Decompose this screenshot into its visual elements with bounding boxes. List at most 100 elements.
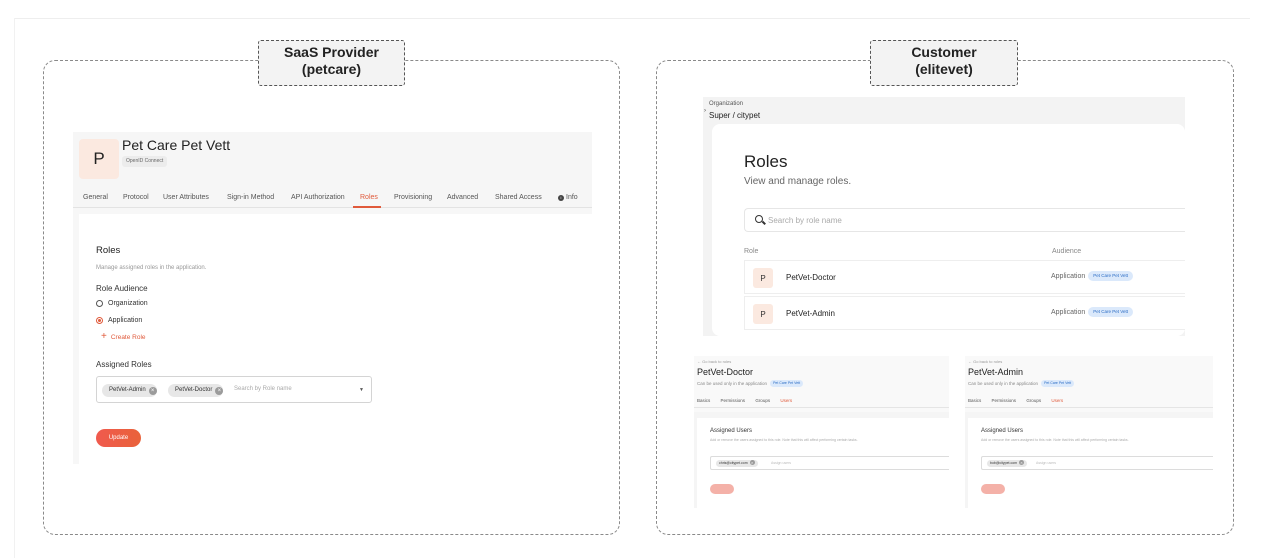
column-audience: Audience <box>1052 248 1082 255</box>
radio-organization-circle[interactable] <box>96 300 103 307</box>
assign-users-placeholder: Assign users <box>1036 461 1057 465</box>
customer-group-label: Customer (elitevet) <box>870 40 1018 86</box>
tabs-divider <box>694 407 949 408</box>
radio-organization[interactable]: Organization <box>96 300 148 307</box>
audience-app-chip: Pet Care Pet Vett <box>1088 271 1134 281</box>
app-title: Pet Care Pet Vett <box>122 137 231 153</box>
update-button-disabled[interactable] <box>710 484 734 494</box>
role-audience-type: Application <box>1051 308 1086 316</box>
role-search-input[interactable]: Search by role name <box>744 208 1185 232</box>
role-audience: Application Pet Care Pet Vett <box>1051 271 1134 281</box>
detail-title: PetVet-Admin <box>968 367 1024 377</box>
role-audience-label: Role Audience <box>96 284 148 293</box>
assigned-users-desc: Add or remove the users assigned to this… <box>981 438 1129 442</box>
back-link[interactable]: ← Go back to roles <box>697 359 731 364</box>
radio-application-circle[interactable] <box>96 317 103 324</box>
tab-users[interactable]: Users <box>1051 398 1063 403</box>
tab-shared-access[interactable]: Shared Access <box>495 194 542 201</box>
detail-subtitle: Can be used only in the application Pet … <box>968 380 1075 387</box>
role-tag-doctor-label: PetVet-Doctor <box>175 387 213 393</box>
role-avatar: P <box>753 268 773 288</box>
role-search-placeholder: Search by role name <box>768 216 842 225</box>
roles-section-subtitle: Manage assigned roles in the application… <box>96 265 207 271</box>
roles-area: Roles Manage assigned roles in the appli… <box>73 208 592 464</box>
role-audience: Application Pet Care Pet Vett <box>1051 307 1134 317</box>
update-button-disabled[interactable] <box>981 484 1005 494</box>
tab-roles[interactable]: Roles <box>360 194 378 201</box>
role-detail-doctor: ← Go back to roles PetVet-Doctor Can be … <box>694 356 949 508</box>
tab-basics[interactable]: Basics <box>697 398 710 403</box>
app-avatar: P <box>79 139 119 179</box>
tab-general[interactable]: General <box>83 194 108 201</box>
roles-search-placeholder: Search by Role name <box>234 386 292 392</box>
app-tabs: General Protocol User Attributes Sign-in… <box>73 192 592 208</box>
info-icon: i <box>558 195 564 201</box>
assigned-roles-select[interactable]: PetVet-Admin × PetVet-Doctor × Search by R… <box>96 376 372 403</box>
tab-info-label: Info <box>566 194 578 201</box>
detail-header: ← Go back to roles PetVet-Doctor Can be … <box>694 356 949 412</box>
app-header: P Pet Care Pet Vett OpenID Connect Gener… <box>73 132 592 208</box>
role-name: PetVet-Doctor <box>786 273 836 282</box>
user-tag: chris@citypet.com × <box>716 460 758 467</box>
tab-basics[interactable]: Basics <box>968 398 981 403</box>
assign-users-input[interactable]: bob@citypet.com × Assign users <box>981 456 1213 470</box>
radio-organization-label: Organization <box>108 300 148 307</box>
remove-tag-icon[interactable]: × <box>749 460 755 465</box>
org-breadcrumb[interactable]: Super / citypet <box>709 111 760 120</box>
top-divider <box>14 18 1250 19</box>
org-label: Organization <box>709 101 744 107</box>
remove-tag-icon[interactable]: × <box>1019 460 1025 465</box>
assigned-users-title: Assigned Users <box>710 428 753 434</box>
tab-groups[interactable]: Groups <box>1026 398 1041 403</box>
chevron-right-icon[interactable]: › <box>704 108 706 114</box>
tab-groups[interactable]: Groups <box>755 398 770 403</box>
role-detail-admin: ← Go back to roles PetVet-Admin Can be u… <box>965 356 1213 508</box>
radio-application[interactable]: Application <box>96 317 142 324</box>
update-button[interactable]: Update <box>96 429 141 447</box>
create-role-link[interactable]: + Create Role <box>101 331 146 342</box>
column-role: Role <box>744 248 759 255</box>
remove-tag-icon[interactable]: × <box>148 387 157 395</box>
audience-app-chip: Pet Care Pet Vett <box>770 380 804 387</box>
tab-users[interactable]: Users <box>780 398 792 403</box>
provider-group-label: SaaS Provider (petcare) <box>258 40 405 86</box>
detail-subtitle: Can be used only in the application Pet … <box>697 380 804 387</box>
provider-label-line1: SaaS Provider <box>284 44 379 60</box>
roles-list-card: Roles View and manage roles. Search by r… <box>712 124 1185 336</box>
tab-api-authorization[interactable]: API Authorization <box>291 194 345 201</box>
detail-tabs: Basics Permissions Groups Users <box>697 398 949 403</box>
assign-users-input[interactable]: chris@citypet.com × Assign users <box>710 456 949 470</box>
radio-application-label: Application <box>108 317 143 324</box>
tab-advanced[interactable]: Advanced <box>447 194 478 201</box>
assigned-roles-label: Assigned Roles <box>96 360 152 369</box>
role-audience-type: Application <box>1051 272 1086 280</box>
detail-header: ← Go back to roles PetVet-Admin Can be u… <box>965 356 1213 412</box>
tabs-divider <box>965 407 1213 408</box>
remove-tag-icon[interactable]: × <box>215 387 224 395</box>
assigned-users-title: Assigned Users <box>981 428 1024 434</box>
customer-roles-screenshot: › Organization Super / citypet Roles Vie… <box>703 97 1185 336</box>
tab-protocol[interactable]: Protocol <box>123 194 149 201</box>
tab-provisioning[interactable]: Provisioning <box>394 194 432 201</box>
chevron-down-icon[interactable]: ▼ <box>359 387 364 393</box>
detail-title: PetVet-Doctor <box>697 367 754 377</box>
table-row[interactable]: P PetVet-Admin Application Pet Care Pet … <box>744 296 1185 330</box>
tab-info[interactable]: i Info <box>558 194 578 201</box>
assigned-users-desc: Add or remove the users assigned to this… <box>710 438 858 442</box>
tab-permissions[interactable]: Permissions <box>992 398 1017 403</box>
back-link[interactable]: ← Go back to roles <box>968 359 1002 364</box>
plus-icon: + <box>101 331 107 342</box>
table-row[interactable]: P PetVet-Doctor Application Pet Care Pet… <box>744 260 1185 294</box>
user-tag: bob@citypet.com × <box>987 460 1028 467</box>
page-title: Roles <box>744 152 788 171</box>
provider-label-line2: (petcare) <box>301 61 362 77</box>
tab-permissions[interactable]: Permissions <box>721 398 746 403</box>
assign-users-placeholder: Assign users <box>771 461 792 465</box>
tab-sign-in-method[interactable]: Sign-in Method <box>227 194 274 201</box>
role-tag-admin-label: PetVet-Admin <box>109 387 146 393</box>
tab-user-attributes[interactable]: User Attributes <box>163 194 209 201</box>
assigned-users-card: Assigned Users Add or remove the users a… <box>697 418 949 508</box>
detail-subtitle-text: Can be used only in the application <box>697 381 768 386</box>
customer-label-line1: Customer <box>911 44 977 60</box>
detail-body: Assigned Users Add or remove the users a… <box>965 412 1213 508</box>
